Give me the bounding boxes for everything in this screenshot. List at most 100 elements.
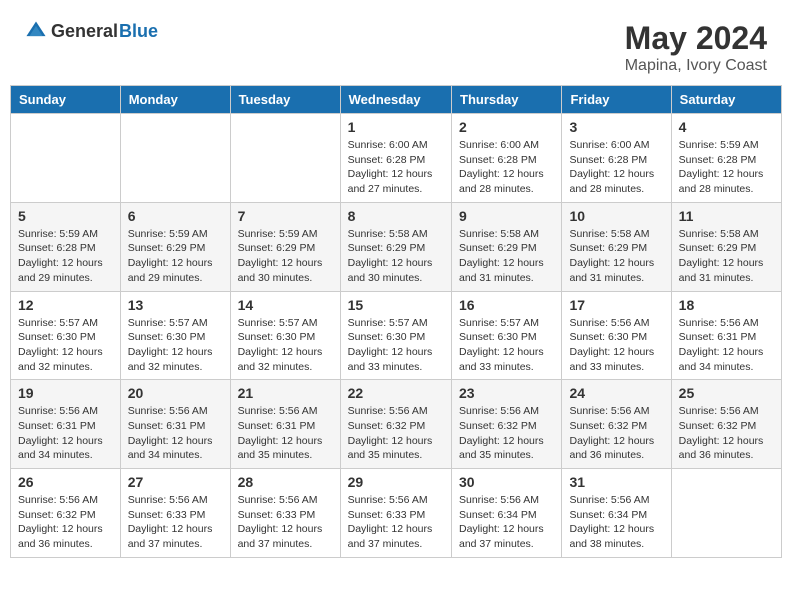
day-info: Sunrise: 5:56 AM Sunset: 6:30 PM Dayligh… <box>569 316 663 375</box>
calendar-cell-1-2 <box>120 114 230 203</box>
month-year-title: May 2024 <box>625 20 767 57</box>
day-number: 2 <box>459 119 554 135</box>
logo-text-general: General <box>51 22 118 40</box>
day-info: Sunrise: 6:00 AM Sunset: 6:28 PM Dayligh… <box>348 138 444 197</box>
day-number: 18 <box>679 297 774 313</box>
day-number: 19 <box>18 385 113 401</box>
calendar-week-1: 1 Sunrise: 6:00 AM Sunset: 6:28 PM Daylig… <box>11 114 782 203</box>
day-info: Sunrise: 5:59 AM Sunset: 6:28 PM Dayligh… <box>18 227 113 286</box>
calendar-cell-3-5: 16 Sunrise: 5:57 AM Sunset: 6:30 PM Dayli… <box>452 291 562 380</box>
calendar-cell-4-2: 20 Sunrise: 5:56 AM Sunset: 6:31 PM Dayli… <box>120 380 230 469</box>
calendar-cell-3-3: 14 Sunrise: 5:57 AM Sunset: 6:30 PM Dayli… <box>230 291 340 380</box>
day-info: Sunrise: 5:57 AM Sunset: 6:30 PM Dayligh… <box>18 316 113 375</box>
calendar-cell-2-5: 9 Sunrise: 5:58 AM Sunset: 6:29 PM Daylig… <box>452 202 562 291</box>
calendar-cell-2-7: 11 Sunrise: 5:58 AM Sunset: 6:29 PM Dayli… <box>671 202 781 291</box>
calendar-week-3: 12Sunrise: 5:57 AM Sunset: 6:30 PM Dayli… <box>11 291 782 380</box>
calendar-cell-1-4: 1 Sunrise: 6:00 AM Sunset: 6:28 PM Daylig… <box>340 114 451 203</box>
day-info: Sunrise: 5:56 AM Sunset: 6:32 PM Dayligh… <box>459 404 554 463</box>
header-tuesday: Tuesday <box>230 86 340 114</box>
day-number: 26 <box>18 474 113 490</box>
day-number: 7 <box>238 208 333 224</box>
day-info: Sunrise: 5:57 AM Sunset: 6:30 PM Dayligh… <box>128 316 223 375</box>
day-number: 17 <box>569 297 663 313</box>
header-wednesday: Wednesday <box>340 86 451 114</box>
calendar-cell-5-3: 28 Sunrise: 5:56 AM Sunset: 6:33 PM Dayli… <box>230 469 340 558</box>
day-number: 15 <box>348 297 444 313</box>
day-number: 24 <box>569 385 663 401</box>
day-number: 21 <box>238 385 333 401</box>
calendar-cell-4-1: 19Sunrise: 5:56 AM Sunset: 6:31 PM Dayli… <box>11 380 121 469</box>
header-monday: Monday <box>120 86 230 114</box>
day-number: 25 <box>679 385 774 401</box>
calendar-cell-3-4: 15 Sunrise: 5:57 AM Sunset: 6:30 PM Dayli… <box>340 291 451 380</box>
calendar-cell-1-7: 4 Sunrise: 5:59 AM Sunset: 6:28 PM Daylig… <box>671 114 781 203</box>
calendar-cell-4-3: 21 Sunrise: 5:56 AM Sunset: 6:31 PM Dayli… <box>230 380 340 469</box>
day-info: Sunrise: 5:57 AM Sunset: 6:30 PM Dayligh… <box>459 316 554 375</box>
day-number: 3 <box>569 119 663 135</box>
day-number: 14 <box>238 297 333 313</box>
page-header: GeneralBlue May 2024 Mapina, Ivory Coast <box>10 10 782 80</box>
day-number: 5 <box>18 208 113 224</box>
logo: GeneralBlue <box>25 20 158 42</box>
calendar-cell-5-7 <box>671 469 781 558</box>
day-info: Sunrise: 5:56 AM Sunset: 6:34 PM Dayligh… <box>459 493 554 552</box>
calendar-cell-1-6: 3 Sunrise: 6:00 AM Sunset: 6:28 PM Daylig… <box>562 114 671 203</box>
calendar-cell-2-6: 10 Sunrise: 5:58 AM Sunset: 6:29 PM Dayli… <box>562 202 671 291</box>
day-info: Sunrise: 5:59 AM Sunset: 6:28 PM Dayligh… <box>679 138 774 197</box>
day-info: Sunrise: 5:56 AM Sunset: 6:32 PM Dayligh… <box>18 493 113 552</box>
calendar-cell-4-5: 23 Sunrise: 5:56 AM Sunset: 6:32 PM Dayli… <box>452 380 562 469</box>
day-number: 28 <box>238 474 333 490</box>
calendar-cell-2-4: 8Sunrise: 5:58 AM Sunset: 6:29 PM Daylig… <box>340 202 451 291</box>
day-number: 10 <box>569 208 663 224</box>
calendar-cell-3-6: 17 Sunrise: 5:56 AM Sunset: 6:30 PM Dayli… <box>562 291 671 380</box>
day-number: 6 <box>128 208 223 224</box>
day-info: Sunrise: 5:58 AM Sunset: 6:29 PM Dayligh… <box>569 227 663 286</box>
day-info: Sunrise: 5:56 AM Sunset: 6:32 PM Dayligh… <box>348 404 444 463</box>
day-number: 23 <box>459 385 554 401</box>
day-info: Sunrise: 5:57 AM Sunset: 6:30 PM Dayligh… <box>348 316 444 375</box>
day-info: Sunrise: 5:57 AM Sunset: 6:30 PM Dayligh… <box>238 316 333 375</box>
day-info: Sunrise: 5:56 AM Sunset: 6:31 PM Dayligh… <box>238 404 333 463</box>
calendar-cell-5-2: 27 Sunrise: 5:56 AM Sunset: 6:33 PM Dayli… <box>120 469 230 558</box>
calendar-cell-5-1: 26 Sunrise: 5:56 AM Sunset: 6:32 PM Dayli… <box>11 469 121 558</box>
calendar-week-5: 26 Sunrise: 5:56 AM Sunset: 6:32 PM Dayli… <box>11 469 782 558</box>
calendar-header-row: Sunday Monday Tuesday Wednesday Thursday… <box>11 86 782 114</box>
day-number: 9 <box>459 208 554 224</box>
calendar-cell-4-6: 24 Sunrise: 5:56 AM Sunset: 6:32 PM Dayli… <box>562 380 671 469</box>
calendar-cell-1-3 <box>230 114 340 203</box>
day-info: Sunrise: 6:00 AM Sunset: 6:28 PM Dayligh… <box>569 138 663 197</box>
header-thursday: Thursday <box>452 86 562 114</box>
day-info: Sunrise: 5:58 AM Sunset: 6:29 PM Dayligh… <box>459 227 554 286</box>
calendar-cell-4-4: 22Sunrise: 5:56 AM Sunset: 6:32 PM Dayli… <box>340 380 451 469</box>
calendar-cell-2-2: 6Sunrise: 5:59 AM Sunset: 6:29 PM Daylig… <box>120 202 230 291</box>
day-info: Sunrise: 6:00 AM Sunset: 6:28 PM Dayligh… <box>459 138 554 197</box>
day-info: Sunrise: 5:56 AM Sunset: 6:34 PM Dayligh… <box>569 493 663 552</box>
day-number: 29 <box>348 474 444 490</box>
day-info: Sunrise: 5:56 AM Sunset: 6:32 PM Dayligh… <box>569 404 663 463</box>
day-info: Sunrise: 5:56 AM Sunset: 6:31 PM Dayligh… <box>128 404 223 463</box>
day-info: Sunrise: 5:56 AM Sunset: 6:33 PM Dayligh… <box>238 493 333 552</box>
calendar-cell-1-5: 2 Sunrise: 6:00 AM Sunset: 6:28 PM Daylig… <box>452 114 562 203</box>
day-number: 27 <box>128 474 223 490</box>
logo-icon <box>25 20 47 42</box>
day-info: Sunrise: 5:56 AM Sunset: 6:33 PM Dayligh… <box>128 493 223 552</box>
day-info: Sunrise: 5:58 AM Sunset: 6:29 PM Dayligh… <box>679 227 774 286</box>
day-number: 1 <box>348 119 444 135</box>
day-number: 11 <box>679 208 774 224</box>
day-number: 20 <box>128 385 223 401</box>
calendar-table: Sunday Monday Tuesday Wednesday Thursday… <box>10 85 782 558</box>
calendar-cell-2-1: 5 Sunrise: 5:59 AM Sunset: 6:28 PM Daylig… <box>11 202 121 291</box>
day-number: 4 <box>679 119 774 135</box>
title-section: May 2024 Mapina, Ivory Coast <box>625 20 767 75</box>
calendar-cell-5-5: 30 Sunrise: 5:56 AM Sunset: 6:34 PM Dayli… <box>452 469 562 558</box>
logo-text-blue: Blue <box>119 22 158 40</box>
day-number: 16 <box>459 297 554 313</box>
calendar-week-2: 5 Sunrise: 5:59 AM Sunset: 6:28 PM Daylig… <box>11 202 782 291</box>
calendar-cell-5-6: 31 Sunrise: 5:56 AM Sunset: 6:34 PM Dayli… <box>562 469 671 558</box>
day-info: Sunrise: 5:56 AM Sunset: 6:33 PM Dayligh… <box>348 493 444 552</box>
calendar-cell-3-1: 12Sunrise: 5:57 AM Sunset: 6:30 PM Dayli… <box>11 291 121 380</box>
day-number: 30 <box>459 474 554 490</box>
calendar-cell-5-4: 29 Sunrise: 5:56 AM Sunset: 6:33 PM Dayli… <box>340 469 451 558</box>
day-number: 31 <box>569 474 663 490</box>
header-sunday: Sunday <box>11 86 121 114</box>
